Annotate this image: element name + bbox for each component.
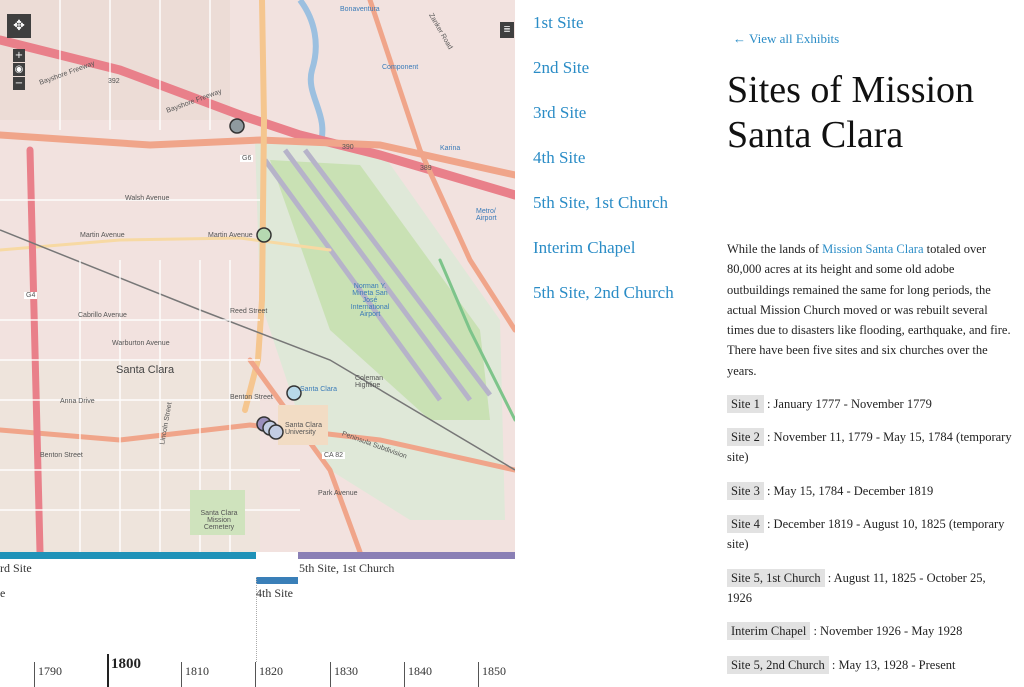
map-label-metro: Metro/ Airport	[476, 208, 497, 222]
tick-1830	[330, 662, 331, 687]
map-label-airport: Norman Y. Mineta San José International …	[350, 283, 390, 318]
year-1850: 1850	[482, 664, 506, 678]
map-label-bonaventura: Bonaventura	[340, 6, 380, 13]
timeline[interactable]: rd Site 5th Site, 1st Church 4th Site e …	[0, 552, 515, 687]
site-link-interim-chapel[interactable]: Interim Chapel	[533, 235, 683, 261]
site-chip: Site 3	[727, 482, 764, 500]
timeline-span-4th-site[interactable]	[256, 577, 298, 584]
site-chip: Site 2	[727, 428, 764, 446]
year-1820: 1820	[259, 664, 283, 678]
site-link-2[interactable]: 2nd Site	[533, 55, 683, 81]
map-tiles[interactable]	[0, 0, 515, 552]
site-marker-2[interactable]	[256, 227, 272, 243]
zoom-out-button[interactable]: −	[13, 77, 25, 90]
site-marker-6[interactable]	[268, 424, 284, 440]
map-label-benton-2: Benton Street	[230, 394, 273, 401]
site-chip: Site 4	[727, 515, 764, 533]
map-label-martin-2: Martin Avenue	[208, 232, 253, 239]
site-chip: Interim Chapel	[727, 622, 811, 640]
layers-icon[interactable]: ≣	[500, 22, 514, 38]
mission-santa-clara-link[interactable]: Mission Santa Clara	[822, 242, 923, 256]
map-label-scu: Santa Clara University	[285, 422, 322, 436]
map-label-390: 390	[342, 144, 354, 151]
year-1810: 1810	[185, 664, 209, 678]
intro-text-pre: While the lands of	[727, 242, 823, 256]
map-label-park: Park Avenue	[318, 490, 358, 497]
site-entry-interim: Interim Chapel : November 1926 - May 192…	[727, 621, 1012, 641]
site-dates: : November 11, 1779 - May 15, 1784 (temp…	[727, 430, 1012, 465]
site-entry-3: Site 3 : May 15, 1784 - December 1819	[727, 481, 1012, 501]
timeline-label-4th-site[interactable]: 4th Site	[256, 586, 293, 601]
timeline-divider	[256, 577, 257, 662]
map-label-g4: G4	[24, 292, 38, 299]
tick-1820	[255, 662, 256, 687]
site-marker-1[interactable]	[229, 118, 245, 134]
site-dates: : January 1777 - November 1779	[763, 397, 932, 411]
tick-1790	[34, 662, 35, 687]
site-dates: : December 1819 - August 10, 1825 (tempo…	[727, 517, 1005, 552]
zoom-in-button[interactable]: +	[13, 49, 25, 62]
year-1830: 1830	[334, 664, 358, 678]
site-link-5-1st-church[interactable]: 5th Site, 1st Church	[533, 190, 683, 216]
site-dates: : May 13, 1928 - Present	[828, 658, 956, 672]
site-chip: Site 5, 1st Church	[727, 569, 825, 587]
page-title: Sites of Mission Santa Clara	[727, 69, 975, 156]
map-label-walsh: Walsh Avenue	[125, 195, 170, 202]
timeline-span-5th-site[interactable]	[298, 552, 515, 559]
site-list: 1st Site 2nd Site 3rd Site 4th Site 5th …	[533, 10, 683, 325]
site-link-1[interactable]: 1st Site	[533, 10, 683, 36]
map-label-392: 392	[108, 78, 120, 85]
map-view[interactable]: Bonaventura Zanker Road Component Baysho…	[0, 0, 515, 552]
map-label-santa-clara: Santa Clara	[116, 364, 175, 376]
tick-1810	[181, 662, 182, 687]
site-entry-1: Site 1 : January 1777 - November 1779	[727, 394, 1012, 414]
tick-1840	[404, 662, 405, 687]
map-label-389: 389	[420, 165, 432, 172]
site-chip: Site 1	[727, 395, 764, 413]
timeline-label-5th-site[interactable]: 5th Site, 1st Church	[299, 561, 394, 576]
site-link-3[interactable]: 3rd Site	[533, 100, 683, 126]
tick-1800	[107, 654, 109, 687]
map-label-cemetery: Santa Clara Mission Cemetery	[200, 510, 238, 531]
map-label-g6: G6	[240, 155, 254, 162]
view-all-exhibits-link[interactable]: ← View all Exhibits	[733, 31, 839, 47]
year-1790: 1790	[38, 664, 62, 678]
site-link-4[interactable]: 4th Site	[533, 145, 683, 171]
map-label-ca82: CA 82	[322, 452, 346, 459]
site-entry-5: Site 5, 1st Church : August 11, 1825 - O…	[727, 568, 1012, 609]
site-entry-6: Site 5, 2nd Church : May 13, 1928 - Pres…	[727, 655, 1012, 675]
intro-paragraph: While the lands of Mission Santa Clara t…	[727, 239, 1012, 381]
locate-icon[interactable]: ◉	[13, 63, 25, 76]
timeline-label-edge: e	[0, 586, 6, 600]
map-label-martin: Martin Avenue	[80, 232, 125, 239]
site-marker-3[interactable]	[286, 385, 302, 401]
timeline-label-3rd-site[interactable]: rd Site	[0, 561, 32, 576]
site-entry-2: Site 2 : November 11, 1779 - May 15, 178…	[727, 427, 1012, 468]
year-1800: 1800	[111, 656, 141, 672]
tick-1850	[478, 662, 479, 687]
map-label-karina: Karina	[440, 145, 461, 152]
map-label-warburton: Warburton Avenue	[112, 340, 170, 347]
site-link-5-2nd-church[interactable]: 5th Site, 2nd Church	[533, 280, 683, 306]
map-label-reed: Reed Street	[230, 308, 268, 315]
map-label-benton: Benton Street	[40, 452, 83, 459]
intro-text-post: totaled over 80,000 acres at its height …	[727, 242, 1011, 378]
map-label-coleman: Coleman Highline	[355, 375, 384, 389]
site-chip: Site 5, 2nd Church	[727, 656, 829, 674]
site-dates: : November 1926 - May 1928	[810, 624, 963, 638]
map-label-anna: Anna Drive	[60, 398, 95, 405]
year-1840: 1840	[408, 664, 432, 678]
map-label-component: Component	[382, 64, 419, 71]
map-label-cabrillo: Cabrillo Avenue	[78, 312, 127, 319]
map-label-santa-clara-station: Santa Clara	[300, 386, 337, 393]
site-entry-4: Site 4 : December 1819 - August 10, 1825…	[727, 514, 1012, 555]
site-dates: : May 15, 1784 - December 1819	[763, 484, 934, 498]
pan-control[interactable]: ✥	[7, 14, 31, 38]
timeline-span-3rd-site[interactable]	[0, 552, 256, 559]
